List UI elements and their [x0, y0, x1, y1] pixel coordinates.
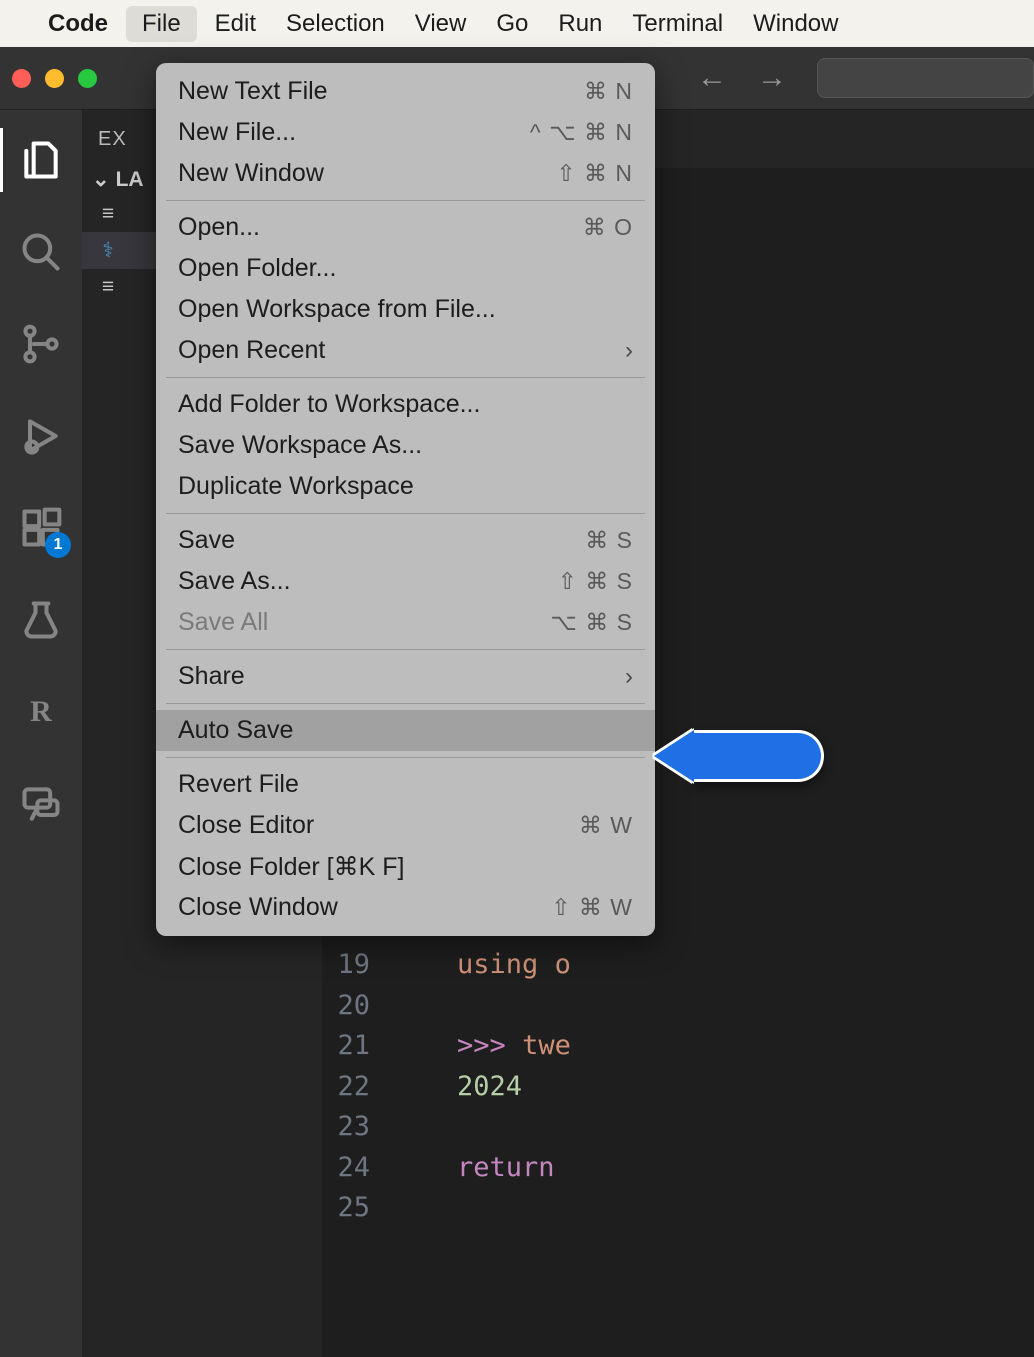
file-menu-item-label: New Text File	[178, 77, 328, 106]
mac-menu-run[interactable]: Run	[558, 10, 602, 38]
file-menu-item[interactable]: Open Folder...	[156, 248, 655, 289]
file-menu-item-label: Open Workspace from File...	[178, 295, 496, 324]
file-menu-item-label: Close Folder [⌘K F]	[178, 852, 404, 882]
file-menu-item-shortcut: ⇧ ⌘ N	[556, 160, 633, 187]
file-menu-item[interactable]: Close Folder [⌘K F]	[156, 846, 655, 887]
testing-activity-icon[interactable]	[19, 598, 63, 642]
file-menu-item-label: Save All	[178, 608, 268, 637]
file-menu-item[interactable]: Open... ⌘ O	[156, 207, 655, 248]
chevron-right-icon: ›	[625, 337, 633, 365]
file-menu-item[interactable]: New File... ^ ⌥ ⌘ N	[156, 112, 655, 153]
file-menu-item-label: Close Window	[178, 893, 338, 922]
window-close-button[interactable]	[12, 69, 31, 88]
file-menu-item[interactable]: Auto Save	[156, 710, 655, 751]
mac-menu-edit[interactable]: Edit	[215, 10, 256, 38]
file-menu-item-label: New File...	[178, 118, 296, 147]
file-menu-item[interactable]: Save Workspace As...	[156, 425, 655, 466]
file-menu-item[interactable]: Save ⌘ S	[156, 520, 655, 561]
file-menu-item-label: Save As...	[178, 567, 291, 596]
menu-separator	[166, 757, 645, 758]
menu-separator	[166, 513, 645, 514]
python-file-icon: ⚕	[96, 238, 120, 263]
mac-menu-bar: Code File Edit Selection View Go Run Ter…	[0, 0, 1034, 47]
feedback-activity-icon[interactable]	[19, 782, 63, 826]
nav-forward-icon[interactable]: →	[757, 61, 787, 95]
extensions-badge: 1	[45, 532, 71, 558]
file-icon: ≡	[96, 275, 120, 299]
file-menu-item-label: Close Editor	[178, 811, 314, 840]
menu-separator	[166, 649, 645, 650]
window-controls	[12, 69, 97, 88]
file-menu-item-label: Auto Save	[178, 716, 293, 745]
file-menu-item-label: Open Folder...	[178, 254, 336, 283]
file-menu-item[interactable]: Close Window ⇧ ⌘ W	[156, 887, 655, 928]
app-menu-name[interactable]: Code	[48, 10, 108, 38]
mac-menu-file[interactable]: File	[126, 6, 197, 42]
file-menu-item[interactable]: Close Editor ⌘ W	[156, 805, 655, 846]
file-menu-item-label: Share	[178, 662, 245, 691]
menu-separator	[166, 703, 645, 704]
window-minimize-button[interactable]	[45, 69, 64, 88]
mac-menu-view[interactable]: View	[415, 10, 467, 38]
file-menu-item-shortcut: ⇧ ⌘ S	[558, 568, 633, 595]
file-menu-item-shortcut: ⌘ W	[579, 812, 633, 839]
file-menu-item-shortcut: ⌘ S	[585, 527, 633, 554]
menu-separator	[166, 377, 645, 378]
file-menu-item[interactable]: Open Recent ›	[156, 330, 655, 371]
file-menu-item-label: Save Workspace As...	[178, 431, 422, 460]
activity-bar: 1 R	[0, 110, 82, 1357]
file-menu-item-shortcut: ⌘ N	[584, 78, 633, 105]
nav-back-icon[interactable]: ←	[697, 61, 727, 95]
menu-separator	[166, 200, 645, 201]
annotation-callout-arrow	[654, 730, 824, 782]
file-menu-item[interactable]: Open Workspace from File...	[156, 289, 655, 330]
file-menu-item[interactable]: Duplicate Workspace	[156, 466, 655, 507]
file-menu-item-label: Open...	[178, 213, 260, 242]
file-menu-item[interactable]: Add Folder to Workspace...	[156, 384, 655, 425]
file-menu-dropdown: New Text File ⌘ N New File... ^ ⌥ ⌘ N New Wi…	[156, 63, 655, 936]
mac-menu-selection[interactable]: Selection	[286, 10, 385, 38]
file-menu-item[interactable]: New Text File ⌘ N	[156, 71, 655, 112]
file-menu-item[interactable]: New Window ⇧ ⌘ N	[156, 153, 655, 194]
file-menu-item-shortcut: ⌥ ⌘ S	[550, 609, 633, 636]
chevron-right-icon: ›	[625, 663, 633, 691]
window-zoom-button[interactable]	[78, 69, 97, 88]
file-menu-item-label: Add Folder to Workspace...	[178, 390, 480, 419]
mac-menu-terminal[interactable]: Terminal	[632, 10, 723, 38]
extensions-activity-icon[interactable]: 1	[19, 506, 63, 550]
file-menu-item-shortcut: ⌘ O	[583, 214, 633, 241]
file-menu-item[interactable]: Save As... ⇧ ⌘ S	[156, 561, 655, 602]
explorer-activity-icon[interactable]	[19, 138, 63, 182]
file-icon: ≡	[96, 202, 120, 226]
command-center-search[interactable]	[817, 58, 1034, 98]
file-menu-item-label: Duplicate Workspace	[178, 472, 414, 501]
chevron-down-icon: ⌄	[92, 167, 110, 192]
file-menu-item-shortcut: ⇧ ⌘ W	[551, 894, 633, 921]
file-menu-item-label: New Window	[178, 159, 324, 188]
file-menu-item[interactable]: Revert File	[156, 764, 655, 805]
file-menu-item-shortcut: ^ ⌥ ⌘ N	[530, 119, 633, 146]
mac-menu-window[interactable]: Window	[753, 10, 838, 38]
file-menu-item-label: Open Recent	[178, 336, 325, 365]
run-debug-activity-icon[interactable]	[19, 414, 63, 458]
search-activity-icon[interactable]	[19, 230, 63, 274]
source-control-activity-icon[interactable]	[19, 322, 63, 366]
explorer-folder-name: LA	[116, 168, 144, 192]
mac-menu-go[interactable]: Go	[496, 10, 528, 38]
file-menu-item-label: Revert File	[178, 770, 299, 799]
file-menu-item: Save All ⌥ ⌘ S	[156, 602, 655, 643]
r-session-activity-icon[interactable]: R	[19, 690, 63, 734]
file-menu-item-label: Save	[178, 526, 235, 555]
file-menu-item[interactable]: Share ›	[156, 656, 655, 697]
